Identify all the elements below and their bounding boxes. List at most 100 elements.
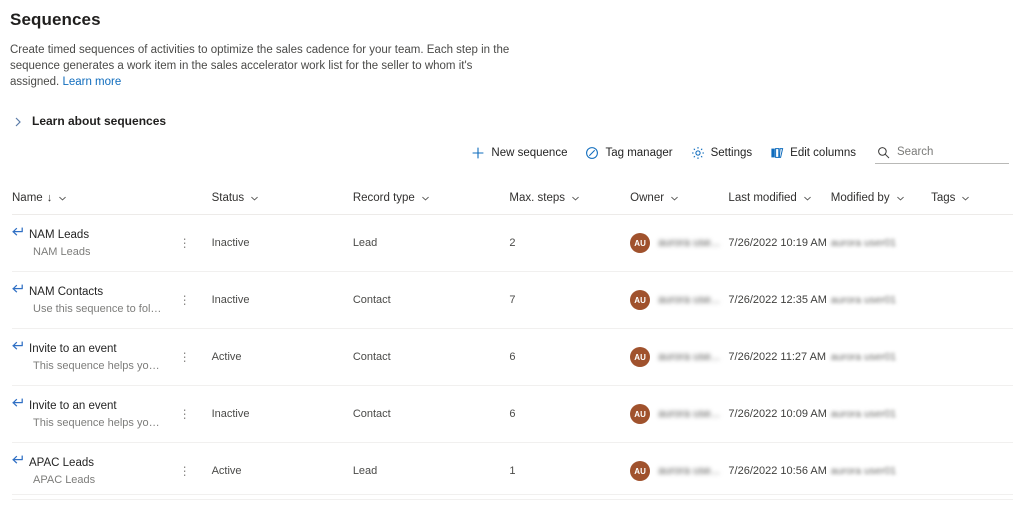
page-title: Sequences bbox=[10, 10, 101, 29]
table-row[interactable]: Invite to an event This sequence helps yo… bbox=[12, 385, 1013, 443]
column-header-modified-by[interactable]: Modified by bbox=[830, 186, 932, 215]
sequence-name-link[interactable]: NAM Contacts bbox=[29, 285, 163, 299]
cell-status: Inactive bbox=[211, 271, 353, 329]
modified-by-value: aurora user01 bbox=[830, 465, 897, 477]
row-more-options-button[interactable]: ⋮ bbox=[178, 465, 192, 477]
table-row[interactable]: Invite to an event This sequence helps yo… bbox=[12, 328, 1013, 386]
cell-owner: AU aurora use... bbox=[630, 442, 729, 500]
cell-owner: AU aurora use... bbox=[630, 328, 729, 386]
modified-by-value: aurora user01 bbox=[830, 408, 897, 420]
settings-button[interactable]: Settings bbox=[682, 142, 762, 164]
owner-name: aurora use... bbox=[658, 465, 720, 477]
gear-icon bbox=[691, 146, 705, 160]
last-modified-value: 7/26/2022 10:56 AM bbox=[728, 465, 827, 477]
cell-name[interactable]: NAM Contacts Use this sequence to follo..… bbox=[12, 271, 212, 329]
sequence-name-link[interactable]: NAM Leads bbox=[29, 228, 90, 242]
sequence-name-link[interactable]: Invite to an event bbox=[29, 342, 163, 356]
column-header-record-type[interactable]: Record type bbox=[352, 186, 510, 215]
column-header-max-steps-label: Max. steps bbox=[509, 192, 566, 204]
cell-last-modified: 7/26/2022 10:56 AM bbox=[728, 442, 831, 500]
table-header-row: Name ↓ Status Record type Max. steps Own… bbox=[12, 186, 1013, 215]
cell-max-steps: 1 bbox=[509, 442, 631, 500]
cell-name[interactable]: APAC Leads APAC Leads ⋮ bbox=[12, 442, 212, 500]
column-header-tags-label: Tags bbox=[931, 192, 956, 204]
table-row[interactable]: APAC Leads APAC Leads ⋮ Active Lead 1 AU aurora… bbox=[12, 442, 1013, 500]
cell-name[interactable]: Invite to an event This sequence helps yo… bbox=[12, 385, 212, 443]
cell-modified-by: aurora user01 bbox=[830, 442, 932, 500]
cell-owner: AU aurora use... bbox=[630, 271, 729, 329]
cell-status: Active bbox=[211, 328, 353, 386]
column-header-owner[interactable]: Owner bbox=[630, 186, 729, 215]
sort-ascending-icon: ↓ bbox=[46, 191, 53, 204]
column-header-tags[interactable]: Tags bbox=[931, 186, 1013, 215]
sequence-description: APAC Leads bbox=[33, 473, 96, 486]
sequences-table: Name ↓ Status Record type Max. steps Own… bbox=[12, 186, 1013, 500]
last-modified-value: 7/26/2022 10:19 AM bbox=[728, 237, 827, 249]
column-header-max-steps[interactable]: Max. steps bbox=[509, 186, 631, 215]
cell-status: Inactive bbox=[211, 385, 353, 443]
cell-last-modified: 7/26/2022 11:27 AM bbox=[728, 328, 831, 386]
modified-by-value: aurora user01 bbox=[830, 237, 897, 249]
status-badge: Inactive bbox=[211, 237, 250, 249]
cell-max-steps: 7 bbox=[509, 271, 631, 329]
column-header-status[interactable]: Status bbox=[211, 186, 353, 215]
table-row[interactable]: NAM Leads NAM Leads ⋮ Inactive Lead 2 AU aurora… bbox=[12, 214, 1013, 272]
sequence-description: Use this sequence to follo... bbox=[33, 302, 163, 315]
row-more-options-button[interactable]: ⋮ bbox=[178, 408, 192, 420]
column-header-record-type-label: Record type bbox=[352, 192, 415, 204]
learn-more-link[interactable]: Learn more bbox=[62, 76, 121, 88]
cell-status: Inactive bbox=[211, 214, 353, 272]
max-steps-value: 2 bbox=[509, 237, 516, 249]
plus-icon bbox=[471, 146, 485, 160]
command-bar: New sequence Tag manager Settings Edit c… bbox=[0, 138, 1025, 168]
cell-name[interactable]: NAM Leads NAM Leads ⋮ bbox=[12, 214, 212, 272]
search-input[interactable] bbox=[897, 146, 1007, 158]
column-header-status-label: Status bbox=[211, 192, 245, 204]
record-type-value: Contact bbox=[352, 351, 391, 363]
page-description: Create timed sequences of activities to … bbox=[10, 42, 510, 90]
sequence-icon bbox=[12, 227, 25, 240]
chevron-down-icon bbox=[421, 194, 430, 203]
sequence-name-link[interactable]: APAC Leads bbox=[29, 456, 95, 470]
chevron-down-icon bbox=[571, 194, 580, 203]
avatar: AU bbox=[630, 233, 651, 253]
table-row[interactable]: NAM Contacts Use this sequence to follo..… bbox=[12, 271, 1013, 329]
cell-record-type: Lead bbox=[352, 214, 510, 272]
chevron-down-icon bbox=[670, 194, 679, 203]
sequence-icon bbox=[12, 284, 25, 297]
sequence-icon bbox=[12, 398, 25, 411]
chevron-down-icon bbox=[896, 194, 905, 203]
cell-name[interactable]: Invite to an event This sequence helps yo… bbox=[12, 328, 212, 386]
row-more-options-button[interactable]: ⋮ bbox=[178, 237, 192, 249]
cell-record-type: Lead bbox=[352, 442, 510, 500]
sequence-description: This sequence helps you b... bbox=[33, 416, 163, 429]
tag-manager-button[interactable]: Tag manager bbox=[576, 142, 681, 164]
new-sequence-button[interactable]: New sequence bbox=[462, 142, 576, 164]
max-steps-value: 6 bbox=[509, 408, 516, 420]
settings-label: Settings bbox=[710, 147, 753, 159]
avatar: AU bbox=[630, 461, 651, 481]
search-box[interactable] bbox=[875, 143, 1009, 164]
column-header-last-modified[interactable]: Last modified bbox=[728, 186, 831, 215]
cell-modified-by: aurora user01 bbox=[830, 385, 932, 443]
learn-about-sequences-expander[interactable]: Learn about sequences bbox=[12, 114, 166, 128]
sequence-description: NAM Leads bbox=[33, 245, 91, 258]
column-header-name[interactable]: Name ↓ bbox=[12, 186, 212, 215]
sequence-name-link[interactable]: Invite to an event bbox=[29, 399, 163, 413]
row-more-options-button[interactable]: ⋮ bbox=[178, 351, 192, 363]
chevron-down-icon bbox=[961, 194, 970, 203]
cell-owner: AU aurora use... bbox=[630, 385, 729, 443]
row-more-options-button[interactable]: ⋮ bbox=[178, 294, 192, 306]
owner-name: aurora use... bbox=[658, 237, 720, 249]
chevron-down-icon bbox=[250, 194, 259, 203]
tag-icon bbox=[585, 146, 599, 160]
sequence-description: This sequence helps you b... bbox=[33, 359, 163, 372]
last-modified-value: 7/26/2022 12:35 AM bbox=[728, 294, 827, 306]
cell-max-steps: 6 bbox=[509, 385, 631, 443]
status-badge: Inactive bbox=[211, 408, 250, 420]
status-badge: Active bbox=[211, 465, 242, 477]
cell-last-modified: 7/26/2022 10:19 AM bbox=[728, 214, 831, 272]
table-body: NAM Leads NAM Leads ⋮ Inactive Lead 2 AU aurora… bbox=[12, 214, 1013, 500]
edit-columns-button[interactable]: Edit columns bbox=[761, 142, 865, 164]
record-type-value: Contact bbox=[352, 294, 391, 306]
